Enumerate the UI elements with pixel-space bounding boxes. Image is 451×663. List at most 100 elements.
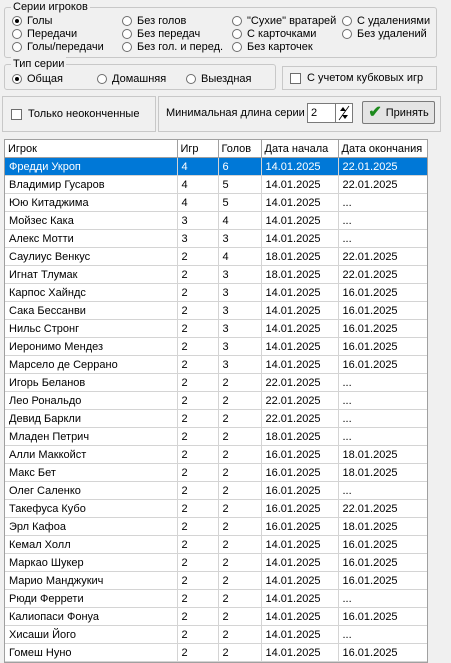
table-row[interactable]: Владимир Гусаров 4 5 14.01.2025 22.01.2025 <box>5 175 427 194</box>
column-header-start-date[interactable]: Дата начала <box>261 140 339 158</box>
table-row[interactable]: Игорь Беланов 2 2 22.01.2025... <box>5 373 427 392</box>
table-row[interactable]: Марсело де Серрано 2 3 14.01.2025 16.01.2025 <box>5 355 427 374</box>
radio-dot <box>232 16 242 26</box>
table-row[interactable]: Саулиус Венкус 2 4 18.01.2025 22.01.2025 <box>5 247 427 266</box>
cell-start-date: 16.01.2025 <box>261 445 339 464</box>
radio-away[interactable]: Выездная <box>186 72 252 86</box>
radio-no-assists[interactable]: Без передач <box>122 27 200 41</box>
accept-button[interactable]: ✔ Принять <box>362 101 435 124</box>
radio-total[interactable]: Общая <box>12 72 63 86</box>
table-row[interactable]: Младен Петрич 2 2 18.01.2025... <box>5 427 427 446</box>
cell-player: Калиопаси Фонуа <box>5 607 178 626</box>
table-row[interactable]: Кемал Холл 2 2 14.01.2025 16.01.2025 <box>5 535 427 554</box>
radio-goals-assists-label: Голы/передачи <box>27 41 104 53</box>
table-row[interactable]: Рюди Феррети 2 2 14.01.2025... <box>5 589 427 608</box>
radio-no-goals-no-assists[interactable]: Без гол. и перед. <box>122 40 223 54</box>
radio-dot <box>232 42 242 52</box>
cell-end-date: 22.01.2025 <box>338 265 427 284</box>
table-row[interactable]: Сака Бессанви 2 3 14.01.2025 16.01.2025 <box>5 301 427 320</box>
radio-goals[interactable]: Голы <box>12 14 52 28</box>
cell-goals: 2 <box>218 607 262 626</box>
cell-goals: 4 <box>218 247 262 266</box>
radio-assists[interactable]: Передачи <box>12 27 77 41</box>
table-row[interactable]: Олег Саленко 2 2 16.01.2025... <box>5 481 427 500</box>
table-row[interactable]: Калиопаси Фонуа 2 2 14.01.2025 16.01.2025 <box>5 607 427 626</box>
cell-games: 2 <box>177 553 219 572</box>
cell-end-date: ... <box>338 391 427 410</box>
series-table[interactable]: Игрок Игр Голов Дата начала Дата окончан… <box>4 139 428 663</box>
table-row[interactable]: Алли Маккойст 2 2 16.01.2025 18.01.2025 <box>5 445 427 464</box>
cell-start-date: 14.01.2025 <box>261 193 339 212</box>
cell-games: 2 <box>177 571 219 590</box>
cell-player: Игорь Беланов <box>5 373 178 392</box>
table-row[interactable]: Такефуса Кубо 2 2 16.01.2025 22.01.2025 <box>5 499 427 518</box>
table-row[interactable]: Маркао Шукер 2 2 14.01.2025 16.01.2025 <box>5 553 427 572</box>
column-header-goals[interactable]: Голов <box>218 140 262 158</box>
cell-games: 2 <box>177 445 219 464</box>
vertical-scroll-area <box>428 139 451 663</box>
cell-player: Юю Китаджима <box>5 193 178 212</box>
cell-games: 4 <box>177 157 219 176</box>
cell-start-date: 14.01.2025 <box>261 643 339 662</box>
cell-goals: 2 <box>218 427 262 446</box>
cell-start-date: 16.01.2025 <box>261 463 339 482</box>
cell-end-date: ... <box>338 427 427 446</box>
radio-no-cards-label: Без карточек <box>247 41 313 53</box>
table-row[interactable]: Макс Бет 2 2 16.01.2025 18.01.2025 <box>5 463 427 482</box>
radio-with-cards[interactable]: С карточками <box>232 27 316 41</box>
table-row[interactable]: Хисаши Його 2 2 14.01.2025... <box>5 625 427 644</box>
table-row[interactable]: Фредди Укроп 4 6 14.01.2025 22.01.2025 <box>5 157 427 176</box>
table-row[interactable]: Карпос Хайндс 2 3 14.01.2025 16.01.2025 <box>5 283 427 302</box>
table-header-row: Игрок Игр Голов Дата начала Дата окончан… <box>5 140 427 158</box>
cell-start-date: 14.01.2025 <box>261 553 339 572</box>
table-row[interactable]: Марио Манджукич 2 2 14.01.2025 16.01.2025 <box>5 571 427 590</box>
cell-end-date: 16.01.2025 <box>338 553 427 572</box>
radio-no-goals[interactable]: Без голов <box>122 14 186 28</box>
table-row[interactable]: Девид Баркли 2 2 22.01.2025... <box>5 409 427 428</box>
accept-button-label: Принять <box>385 106 429 119</box>
table-row[interactable]: Гомеш Нуно 2 2 14.01.2025 16.01.2025 <box>5 643 427 662</box>
cell-goals: 2 <box>218 445 262 464</box>
column-header-player[interactable]: Игрок <box>5 140 178 158</box>
table-row[interactable]: Мойзес Кака 3 4 14.01.2025... <box>5 211 427 230</box>
table-row[interactable]: Нильс Стронг 2 3 14.01.2025 16.01.2025 <box>5 319 427 338</box>
radio-assists-label: Передачи <box>27 28 78 40</box>
cell-games: 2 <box>177 355 219 374</box>
min-length-spinner[interactable] <box>335 103 353 123</box>
cell-games: 2 <box>177 247 219 266</box>
radio-with-red-cards[interactable]: С удалениями <box>342 14 430 28</box>
cell-end-date: ... <box>338 409 427 428</box>
cell-player: Марсело де Серрано <box>5 355 178 374</box>
cell-end-date: ... <box>338 373 427 392</box>
cell-end-date: ... <box>338 211 427 230</box>
cell-end-date: 16.01.2025 <box>338 301 427 320</box>
radio-clean-sheets[interactable]: "Сухие" вратарей <box>232 14 336 28</box>
table-row[interactable]: Эрл Кафоа 2 2 16.01.2025 18.01.2025 <box>5 517 427 536</box>
radio-no-cards[interactable]: Без карточек <box>232 40 313 54</box>
radio-goals-assists[interactable]: Голы/передачи <box>12 40 104 54</box>
table-row[interactable]: Иеронимо Мендез 2 3 14.01.2025 16.01.2025 <box>5 337 427 356</box>
cell-start-date: 14.01.2025 <box>261 319 339 338</box>
cell-end-date: 16.01.2025 <box>338 337 427 356</box>
cell-goals: 5 <box>218 175 262 194</box>
radio-home[interactable]: Домашняя <box>97 72 166 86</box>
table-row[interactable]: Лео Рональдо 2 2 22.01.2025... <box>5 391 427 410</box>
column-header-games[interactable]: Игр <box>177 140 219 158</box>
table-row[interactable]: Игнат Тлумак 2 3 18.01.2025 22.01.2025 <box>5 265 427 284</box>
radio-with-cards-label: С карточками <box>247 28 317 40</box>
cell-end-date: 16.01.2025 <box>338 571 427 590</box>
cup-games-checkbox[interactable]: С учетом кубковых игр <box>290 71 423 85</box>
cell-end-date: 18.01.2025 <box>338 463 427 482</box>
radio-no-assists-label: Без передач <box>137 28 201 40</box>
column-header-end-date[interactable]: Дата окончания <box>338 140 427 158</box>
radio-no-red-cards[interactable]: Без удалений <box>342 27 427 41</box>
unfinished-checkbox[interactable]: Только неоконченные <box>11 107 139 121</box>
cell-end-date: 18.01.2025 <box>338 445 427 464</box>
table-row[interactable]: Алекс Мотти 3 3 14.01.2025... <box>5 229 427 248</box>
table-row[interactable]: Юю Китаджима 4 5 14.01.2025... <box>5 193 427 212</box>
cell-games: 2 <box>177 391 219 410</box>
min-length-input[interactable]: 2 <box>307 103 336 123</box>
cell-goals: 2 <box>218 643 262 662</box>
cell-games: 2 <box>177 373 219 392</box>
cell-player: Карпос Хайндс <box>5 283 178 302</box>
